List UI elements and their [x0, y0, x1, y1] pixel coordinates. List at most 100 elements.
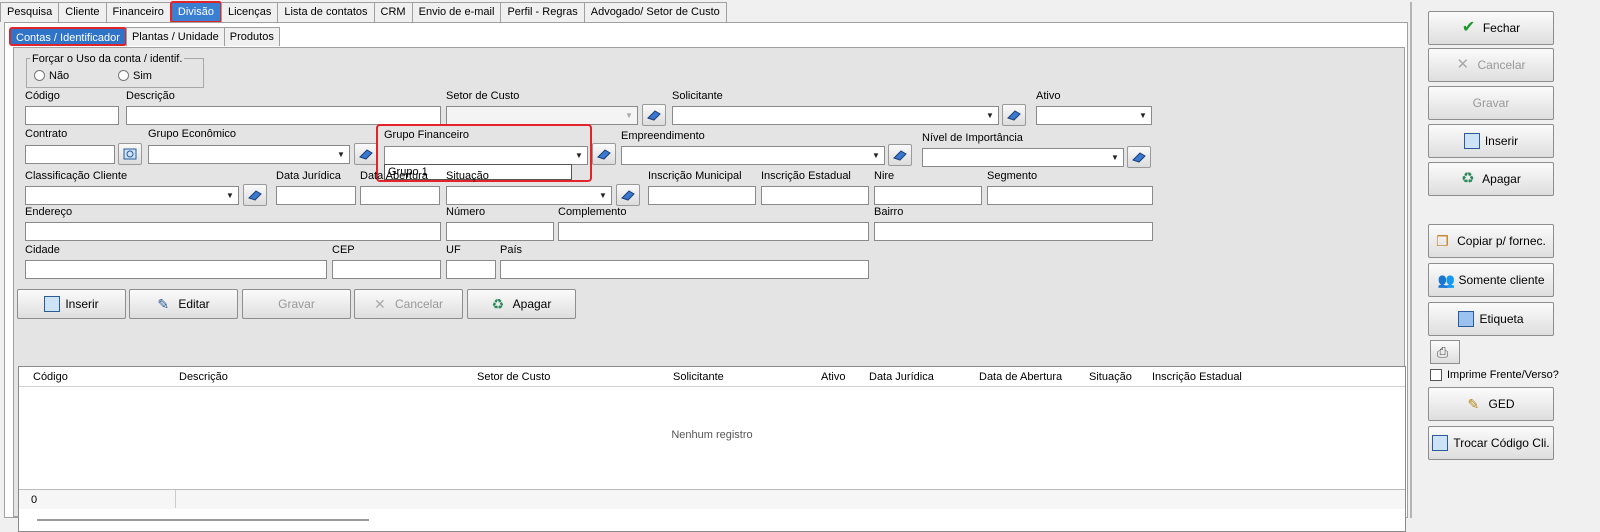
chevron-down-icon: ▼: [337, 150, 345, 159]
recycle-icon: ♻: [491, 296, 505, 312]
trocar-codigo-button[interactable]: Trocar Código Cli.: [1428, 426, 1554, 460]
eraser-situacao-button[interactable]: [616, 184, 640, 206]
eraser-grupo-eco-button[interactable]: [354, 143, 378, 165]
subtab-contas[interactable]: Contas / Identificador: [9, 27, 127, 46]
horizontal-scrollbar[interactable]: [37, 519, 369, 521]
label-numero: Número: [446, 206, 486, 218]
eraser-setor-button[interactable]: [642, 104, 666, 126]
eraser-nivel-button[interactable]: [1127, 146, 1151, 168]
right-apagar-button[interactable]: ♻ Apagar: [1428, 162, 1554, 196]
radio-sim[interactable]: Sim: [118, 70, 152, 82]
eraser-icon: [1132, 152, 1146, 163]
fechar-button[interactable]: ✔ Fechar: [1428, 11, 1554, 45]
solicitante-select[interactable]: ▼: [672, 106, 999, 125]
close-icon: ✕: [1456, 56, 1470, 73]
pais-input[interactable]: [500, 260, 869, 279]
footer-divider: [175, 490, 176, 508]
col-data-abertura[interactable]: Data de Abertura: [979, 371, 1062, 383]
label-insc-mun: Inscrição Municipal: [648, 170, 742, 182]
eraser-icon: [359, 149, 373, 160]
eraser-icon: [597, 149, 611, 160]
classificacao-select[interactable]: ▼: [25, 186, 239, 205]
label-contrato: Contrato: [25, 128, 68, 140]
uf-input[interactable]: [446, 260, 496, 279]
right-inserir-button[interactable]: Inserir: [1428, 124, 1554, 158]
radio-circle-icon: [118, 70, 129, 81]
tab-financeiro[interactable]: Financeiro: [105, 2, 171, 22]
somente-cliente-button[interactable]: 👥 Somente cliente: [1428, 263, 1554, 297]
subtab-plantas[interactable]: Plantas / Unidade: [125, 27, 225, 46]
tab-lista-contatos[interactable]: Lista de contatos: [277, 2, 375, 22]
tab-envio-email[interactable]: Envio de e-mail: [411, 2, 502, 22]
col-solicitante[interactable]: Solicitante: [673, 371, 724, 383]
eraser-grupo-fin-button[interactable]: [592, 143, 616, 165]
form-panel: Forçar o Uso da conta / identif. Não Sim…: [13, 47, 1406, 532]
endereco-input[interactable]: [25, 222, 441, 241]
gravar-button[interactable]: Gravar: [242, 289, 351, 319]
descricao-input[interactable]: [126, 106, 441, 125]
insc-mun-input[interactable]: [648, 186, 756, 205]
col-setor[interactable]: Setor de Custo: [477, 371, 550, 383]
subtab-produtos[interactable]: Produtos: [223, 27, 280, 46]
imprime-frente-verso-checkbox[interactable]: Imprime Frente/Verso?: [1430, 369, 1559, 381]
lookup-icon: [123, 148, 137, 160]
right-cancelar-button[interactable]: ✕ Cancelar: [1428, 48, 1554, 82]
situacao-select[interactable]: ▼: [446, 186, 612, 205]
cep-input[interactable]: [332, 260, 441, 279]
tab-crm[interactable]: CRM: [373, 2, 413, 22]
nire-input[interactable]: [874, 186, 982, 205]
tab-pesquisa[interactable]: Pesquisa: [0, 2, 60, 22]
col-insc-est[interactable]: Inscrição Estadual: [1152, 371, 1242, 383]
cidade-input[interactable]: [25, 260, 327, 279]
inserir-button[interactable]: Inserir: [17, 289, 126, 319]
apagar-button[interactable]: ♻ Apagar: [467, 289, 576, 319]
print-button[interactable]: ⎙: [1430, 340, 1460, 364]
col-descricao[interactable]: Descrição: [179, 371, 228, 383]
bairro-input[interactable]: [874, 222, 1153, 241]
copiar-fornec-button[interactable]: ❐ Copiar p/ fornec.: [1428, 224, 1554, 258]
tab-licencas[interactable]: Licenças: [220, 2, 279, 22]
complemento-input[interactable]: [558, 222, 869, 241]
insc-est-input[interactable]: [761, 186, 869, 205]
etiqueta-button[interactable]: Etiqueta: [1428, 302, 1554, 336]
eraser-empreendimento-button[interactable]: [888, 144, 912, 166]
col-ativo[interactable]: Ativo: [821, 371, 845, 383]
chevron-down-icon: ▼: [872, 151, 880, 160]
records-grid[interactable]: Código Descrição Setor de Custo Solicita…: [18, 366, 1406, 532]
copiar-label: Copiar p/ fornec.: [1457, 234, 1546, 248]
cancelar-label: Cancelar: [394, 297, 444, 311]
radio-nao[interactable]: Não: [34, 70, 69, 82]
setor-select[interactable]: ▼: [446, 106, 638, 125]
ged-button[interactable]: ✎ GED: [1428, 387, 1554, 421]
tab-cliente[interactable]: Cliente: [58, 2, 107, 22]
grupo-eco-select[interactable]: ▼: [148, 145, 350, 164]
empreendimento-select[interactable]: ▼: [621, 146, 885, 165]
codigo-input[interactable]: [25, 106, 119, 125]
right-gravar-button[interactable]: Gravar: [1428, 86, 1554, 120]
label-grupo-eco: Grupo Econômico: [148, 128, 237, 140]
numero-input[interactable]: [446, 222, 554, 241]
nivel-select[interactable]: ▼: [922, 148, 1124, 167]
col-data-juridica[interactable]: Data Jurídica: [869, 371, 934, 383]
col-codigo[interactable]: Código: [33, 371, 68, 383]
eraser-solicitante-button[interactable]: [1002, 104, 1026, 126]
tab-divisao[interactable]: Divisão: [169, 1, 222, 23]
tab-perfil-regras[interactable]: Perfil - Regras: [500, 2, 585, 22]
contrato-lookup-button[interactable]: [118, 143, 142, 165]
label-nivel: Nível de Importância: [922, 132, 1023, 144]
eraser-classificacao-button[interactable]: [243, 184, 267, 206]
label-ativo: Ativo: [1036, 90, 1061, 102]
segmento-input[interactable]: [987, 186, 1153, 205]
contrato-input[interactable]: [25, 145, 115, 164]
radio-circle-icon: [34, 70, 45, 81]
sub-tabbar: Contas / Identificador Plantas / Unidade…: [9, 27, 280, 46]
data-abertura-input[interactable]: [360, 186, 440, 205]
col-situacao[interactable]: Situação: [1089, 371, 1132, 383]
chevron-down-icon: ▼: [226, 191, 234, 200]
cancelar-button[interactable]: ✕ Cancelar: [354, 289, 463, 319]
data-juridica-input[interactable]: [276, 186, 356, 205]
tab-advogado-setor[interactable]: Advogado/ Setor de Custo: [583, 2, 727, 22]
ativo-select[interactable]: ▼: [1036, 106, 1152, 125]
editar-button[interactable]: ✎ Editar: [129, 289, 238, 319]
right-gravar-label: Gravar: [1472, 96, 1510, 110]
